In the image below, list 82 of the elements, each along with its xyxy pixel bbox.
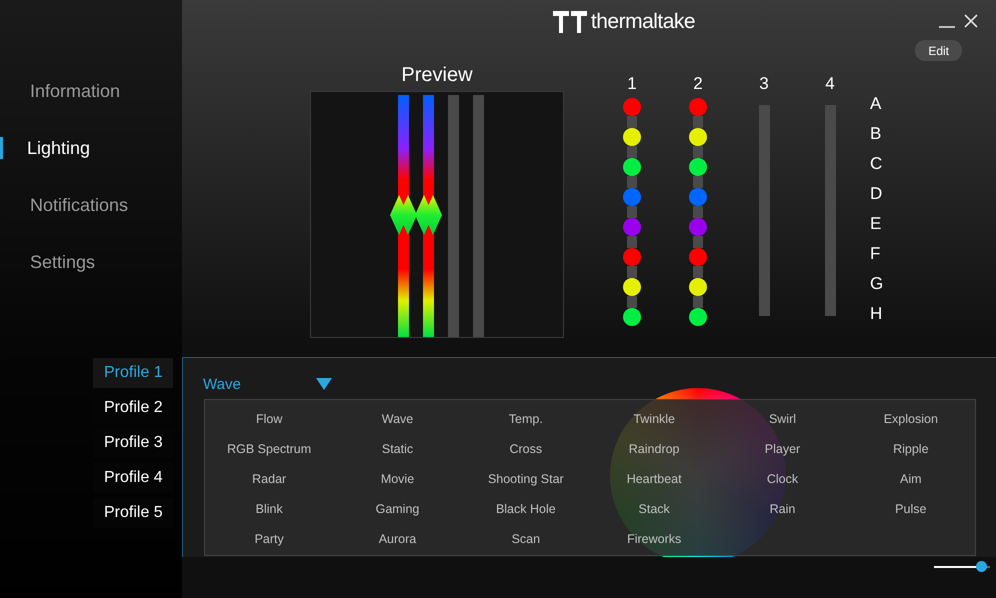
menu-item[interactable]: Scan bbox=[506, 530, 546, 548]
menu-item[interactable]: Black Hole bbox=[490, 500, 562, 518]
track-segment bbox=[693, 176, 703, 188]
menu-item[interactable]: Movie bbox=[374, 470, 420, 488]
menu-item[interactable]: Shooting Star bbox=[482, 470, 570, 488]
track-segment bbox=[693, 236, 703, 248]
dropdown-arrow-icon[interactable] bbox=[315, 377, 333, 391]
nav-item[interactable]: Information bbox=[0, 80, 182, 102]
menu-item[interactable]: RGB Spectrum bbox=[221, 440, 318, 458]
menu-item[interactable]: Ripple bbox=[887, 440, 935, 458]
led-dot[interactable] bbox=[623, 128, 641, 146]
led-label: E bbox=[870, 214, 882, 235]
led-label: B bbox=[870, 124, 882, 145]
menu-item[interactable]: Radar bbox=[246, 470, 292, 488]
led-dot[interactable] bbox=[689, 98, 707, 116]
track-segment bbox=[627, 266, 637, 278]
track-segment bbox=[693, 266, 703, 278]
track-segment bbox=[627, 206, 637, 218]
logo-icon bbox=[552, 11, 587, 33]
slider-thumb[interactable] bbox=[976, 561, 988, 572]
menu-item[interactable]: Aurora bbox=[372, 530, 422, 548]
menu-item[interactable]: Pulse bbox=[889, 500, 932, 518]
led-dot[interactable] bbox=[689, 308, 707, 326]
led-label: C bbox=[870, 154, 884, 175]
edit-button[interactable]: Edit bbox=[915, 40, 962, 61]
led-dot[interactable] bbox=[623, 308, 641, 326]
close-icon[interactable] bbox=[964, 14, 978, 28]
menu-item[interactable]: Static bbox=[376, 440, 420, 458]
led-dot[interactable] bbox=[623, 98, 641, 116]
led-dot[interactable] bbox=[689, 188, 707, 206]
track-segment bbox=[627, 146, 637, 158]
track-segment bbox=[627, 296, 637, 308]
track-segment bbox=[693, 146, 703, 158]
menu-item[interactable]: Gaming bbox=[370, 500, 426, 518]
track-segment bbox=[627, 116, 637, 128]
fan-number: 2 bbox=[693, 74, 703, 94]
led-dot[interactable] bbox=[623, 278, 641, 296]
menu-item[interactable]: Heartbeat bbox=[620, 470, 688, 488]
menu-item[interactable]: Fireworks bbox=[621, 530, 688, 548]
profile-tab[interactable]: Profile 1 bbox=[93, 358, 173, 388]
menu-item[interactable]: Rain bbox=[764, 500, 802, 518]
led-dot[interactable] bbox=[689, 128, 707, 146]
led-label: H bbox=[870, 304, 884, 325]
nav-item[interactable]: Notifications bbox=[0, 194, 182, 216]
led-dot[interactable] bbox=[689, 278, 707, 296]
track-segment bbox=[693, 116, 703, 128]
menu-item[interactable]: Player bbox=[758, 440, 806, 458]
fan-number: 1 bbox=[627, 74, 637, 94]
menu-item[interactable]: Temp. bbox=[502, 410, 549, 428]
menu-item[interactable]: Party bbox=[248, 530, 290, 548]
menu-item[interactable]: Raindrop bbox=[622, 440, 686, 458]
menu-item[interactable]: Blink bbox=[250, 500, 289, 518]
track-segment bbox=[627, 236, 637, 248]
fan-number: 3 bbox=[759, 74, 769, 94]
fan-number: 4 bbox=[825, 74, 835, 94]
menu-item[interactable]: Aim bbox=[894, 470, 928, 488]
menu-item[interactable]: Twinkle bbox=[627, 410, 681, 428]
led-dot[interactable] bbox=[623, 248, 641, 266]
track-segment bbox=[693, 296, 703, 308]
track-segment bbox=[627, 176, 637, 188]
menu-item[interactable]: Flow bbox=[250, 410, 288, 428]
menu-item[interactable]: Cross bbox=[503, 440, 548, 458]
nav-item[interactable]: Settings bbox=[0, 251, 182, 273]
led-label: D bbox=[870, 184, 884, 205]
led-dot[interactable] bbox=[689, 158, 707, 176]
logo-text: thermaltake bbox=[590, 10, 696, 34]
track-segment bbox=[693, 206, 703, 218]
led-label: F bbox=[870, 244, 882, 265]
led-dot[interactable] bbox=[689, 218, 707, 236]
menu-item[interactable]: Stack bbox=[632, 500, 676, 518]
menu-item[interactable]: Clock bbox=[760, 470, 804, 488]
effect-dropdown[interactable]: Wave bbox=[203, 376, 247, 392]
led-dot[interactable] bbox=[689, 248, 707, 266]
preview-title: Preview bbox=[401, 64, 473, 88]
led-label: G bbox=[870, 274, 884, 295]
led-dot[interactable] bbox=[623, 188, 641, 206]
led-label: A bbox=[870, 94, 882, 115]
led-dot[interactable] bbox=[623, 218, 641, 236]
menu-item[interactable]: Swirl bbox=[762, 410, 802, 428]
menu-item[interactable]: Wave bbox=[376, 410, 420, 428]
led-dot[interactable] bbox=[623, 158, 641, 176]
menu-item[interactable]: Explosion bbox=[878, 410, 944, 428]
